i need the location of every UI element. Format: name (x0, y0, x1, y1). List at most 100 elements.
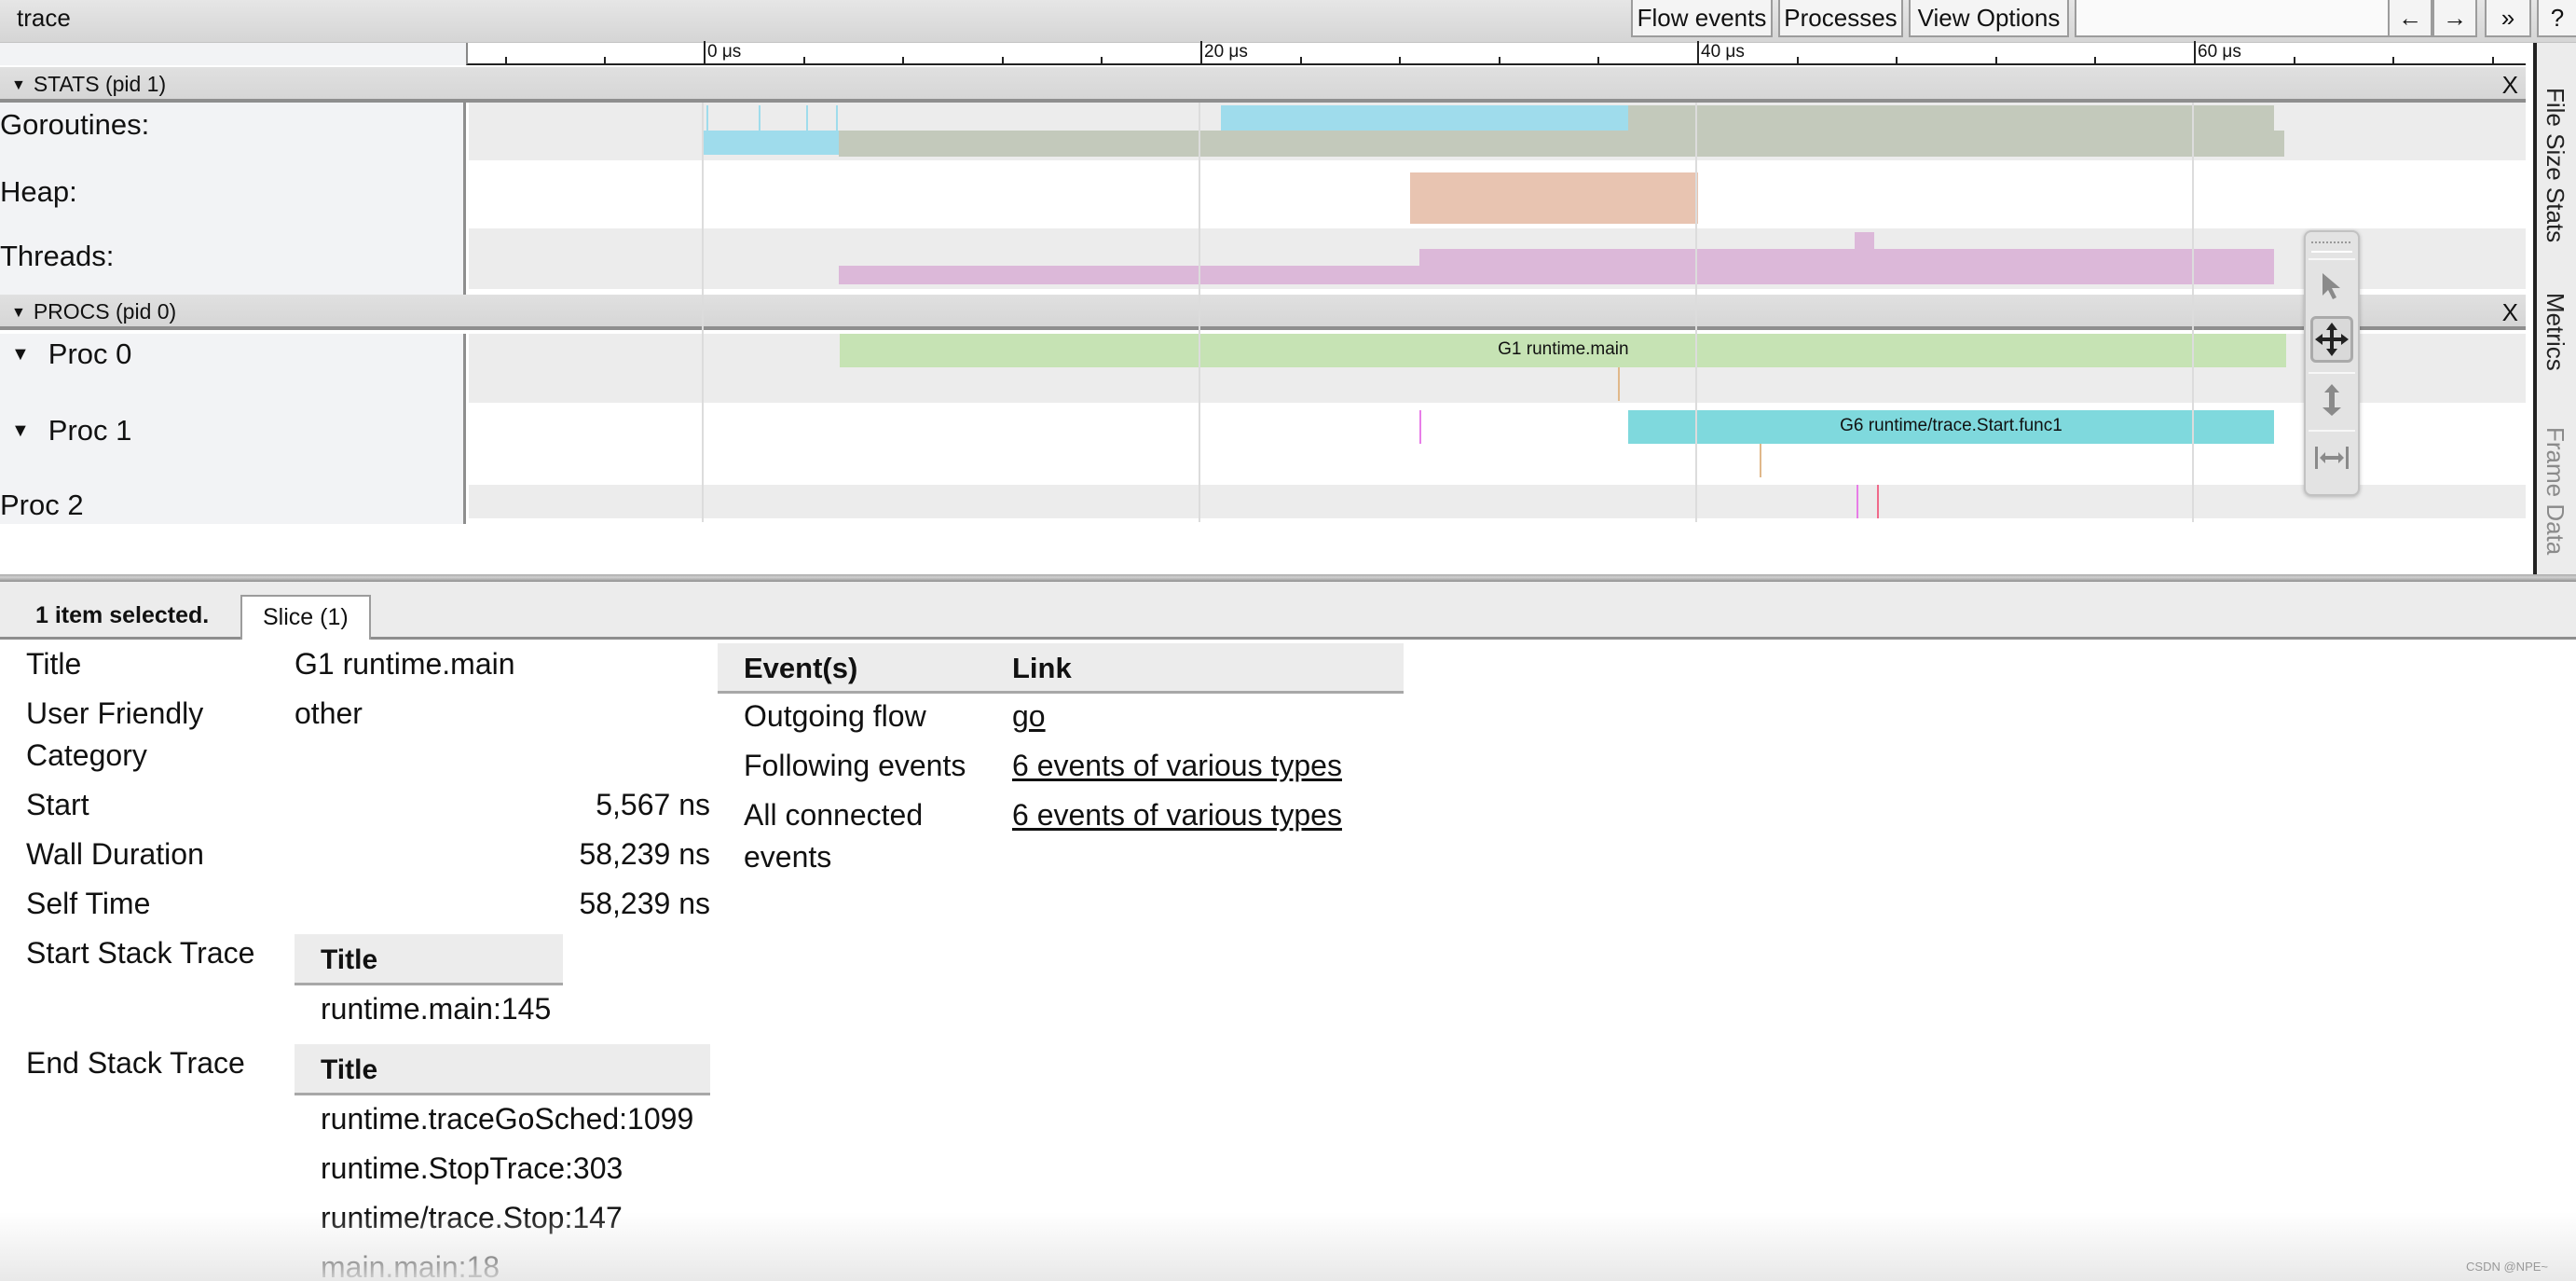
time-gridline (2192, 103, 2194, 522)
counter-label-goroutines: Goroutines: (0, 103, 466, 160)
collapse-triangle-icon[interactable]: ▼ (11, 69, 26, 103)
flow-events-button[interactable]: Flow events (1631, 0, 1773, 37)
counter-bar-runnable[interactable] (838, 131, 2284, 157)
expand-triangle-icon[interactable]: ▼ (11, 420, 30, 441)
move-arrows-icon (2315, 323, 2349, 356)
more-button[interactable]: » (2485, 0, 2531, 37)
close-process-button[interactable]: X (2502, 67, 2518, 103)
thread-label-proc-2[interactable]: Proc 2 (0, 485, 466, 524)
instant-event-mark[interactable] (1857, 485, 1859, 518)
trace-viewer: trace Flow events Processes View Options… (0, 0, 2576, 1281)
instant-event-mark[interactable] (1876, 485, 1879, 518)
ruler-minor-tick (1896, 57, 1898, 63)
expand-triangle-icon[interactable]: ▼ (11, 344, 30, 365)
side-panel-tabs: File Size Stats Metrics Frame Data (2533, 43, 2576, 574)
process-title: PROCS (pid 0) (33, 299, 177, 324)
event-link-all-connected[interactable]: 6 events of various types (1012, 794, 1342, 836)
side-tab-file-size-stats[interactable]: File Size Stats (2541, 88, 2569, 242)
ruler-minor-tick (2293, 57, 2295, 63)
counter-bar-threads[interactable] (838, 266, 2274, 284)
time-ruler[interactable]: 0 μs 20 μs 40 μs 60 μs (466, 41, 2526, 65)
next-result-button[interactable]: → (2432, 0, 2477, 37)
counter-track-goroutines[interactable] (469, 103, 2526, 160)
top-bar: trace Flow events Processes View Options… (0, 0, 2576, 43)
thread-track-proc-2[interactable] (469, 485, 2526, 518)
end-stack-header: Title (295, 1044, 710, 1095)
ruler-minor-tick (1299, 57, 1302, 63)
app-title: trace (17, 4, 71, 32)
view-options-button[interactable]: View Options (1909, 0, 2069, 37)
track-area[interactable]: ▼ STATS (pid 1) X Goroutines: Heap: Threa… (0, 65, 2526, 573)
side-tab-metrics[interactable]: Metrics (2541, 293, 2569, 371)
instant-event-mark[interactable] (1618, 367, 1621, 401)
field-value-wall-duration: 58,239 ns (579, 837, 710, 871)
counter-spike (759, 105, 761, 131)
processes-button[interactable]: Processes (1778, 0, 1903, 37)
tool-palette[interactable] (2304, 230, 2360, 496)
thread-label-proc-0[interactable]: ▼ Proc 0 (0, 334, 466, 403)
field-label-category-line1: User Friendly (26, 696, 204, 730)
process-header-procs[interactable]: ▼ PROCS (pid 0) X (0, 295, 2526, 330)
help-button[interactable]: ? (2537, 0, 2576, 37)
counter-bar-running[interactable] (1220, 105, 1629, 131)
ruler-minor-tick (1399, 57, 1402, 63)
instant-event-mark[interactable] (1419, 410, 1422, 444)
ruler-minor-tick (2094, 57, 2097, 63)
ruler-major-tick (2194, 41, 2196, 63)
counter-bar-runnable[interactable] (1628, 105, 2274, 131)
field-label-title: Title (26, 647, 82, 681)
vertical-arrows-icon (2323, 384, 2341, 416)
counter-bar-threads[interactable] (1854, 232, 1874, 251)
counter-spike (805, 105, 808, 131)
ruler-label: 60 μs (2198, 42, 2241, 62)
event-link-following-events[interactable]: 6 events of various types (1012, 745, 1342, 787)
counter-bar-threads[interactable] (1419, 249, 2274, 268)
thread-track-proc-0[interactable]: G1 runtime.main (469, 334, 2526, 403)
counter-bar-heap[interactable] (1409, 172, 1698, 224)
header-events: Event(s) (744, 652, 858, 684)
instant-event-mark[interactable] (1760, 444, 1762, 477)
zoom-tool-button[interactable] (2309, 372, 2355, 426)
end-stack-frame: runtime.traceGoSched:1099 (321, 1102, 694, 1136)
thread-name: Proc 0 (48, 337, 132, 370)
event-name: All connected events (744, 798, 924, 874)
counter-label-threads: Threads: (0, 228, 466, 295)
event-link-outgoing-flow[interactable]: go (1012, 696, 1046, 737)
trace-slice[interactable]: G6 runtime/trace.Start.func1 (1628, 410, 2274, 444)
timing-tool-button[interactable] (2309, 430, 2355, 484)
pointer-arrow-icon (2323, 273, 2340, 299)
ruler-minor-tick (1101, 57, 1103, 63)
trace-slice[interactable]: G1 runtime.main (840, 334, 2287, 367)
ruler-minor-tick (1796, 57, 1799, 63)
ruler-label: 40 μs (1701, 42, 1745, 62)
counter-spike (835, 105, 838, 131)
close-process-button[interactable]: X (2502, 295, 2518, 330)
tab-slice[interactable]: Slice (1) (240, 595, 371, 640)
counter-bar-running[interactable] (702, 131, 839, 155)
selection-summary: 1 item selected. (35, 602, 210, 628)
prev-result-button[interactable]: ← (2388, 0, 2432, 37)
select-tool-button[interactable] (2309, 258, 2355, 312)
collapse-triangle-icon[interactable]: ▼ (11, 296, 26, 330)
thread-track-proc-1[interactable]: G6 runtime/trace.Start.func1 (469, 403, 2526, 485)
time-gridline (702, 103, 704, 522)
counter-track-heap[interactable] (469, 160, 2526, 228)
thread-label-proc-1[interactable]: ▼ Proc 1 (0, 403, 466, 485)
ruler-label: 0 μs (707, 42, 742, 62)
field-label-wall-duration: Wall Duration (26, 837, 204, 871)
watermark: CSDN @NPE~ (2466, 1260, 2548, 1274)
field-value-category: other (295, 696, 363, 730)
side-tab-frame-data[interactable]: Frame Data (2541, 427, 2569, 555)
panel-resize-handle[interactable] (0, 574, 2576, 582)
ruler-minor-tick (1001, 57, 1004, 63)
process-header-stats[interactable]: ▼ STATS (pid 1) X (0, 67, 2526, 103)
search-input[interactable] (2075, 0, 2390, 37)
ruler-minor-tick (802, 57, 805, 63)
counter-label-heap: Heap: (0, 160, 466, 228)
palette-drag-handle[interactable] (2311, 238, 2352, 253)
ruler-minor-tick (2392, 57, 2395, 63)
ruler-minor-tick (2491, 57, 2494, 63)
pan-tool-button[interactable] (2310, 316, 2353, 363)
field-label-start: Start (26, 788, 89, 821)
counter-track-threads[interactable] (469, 228, 2526, 289)
